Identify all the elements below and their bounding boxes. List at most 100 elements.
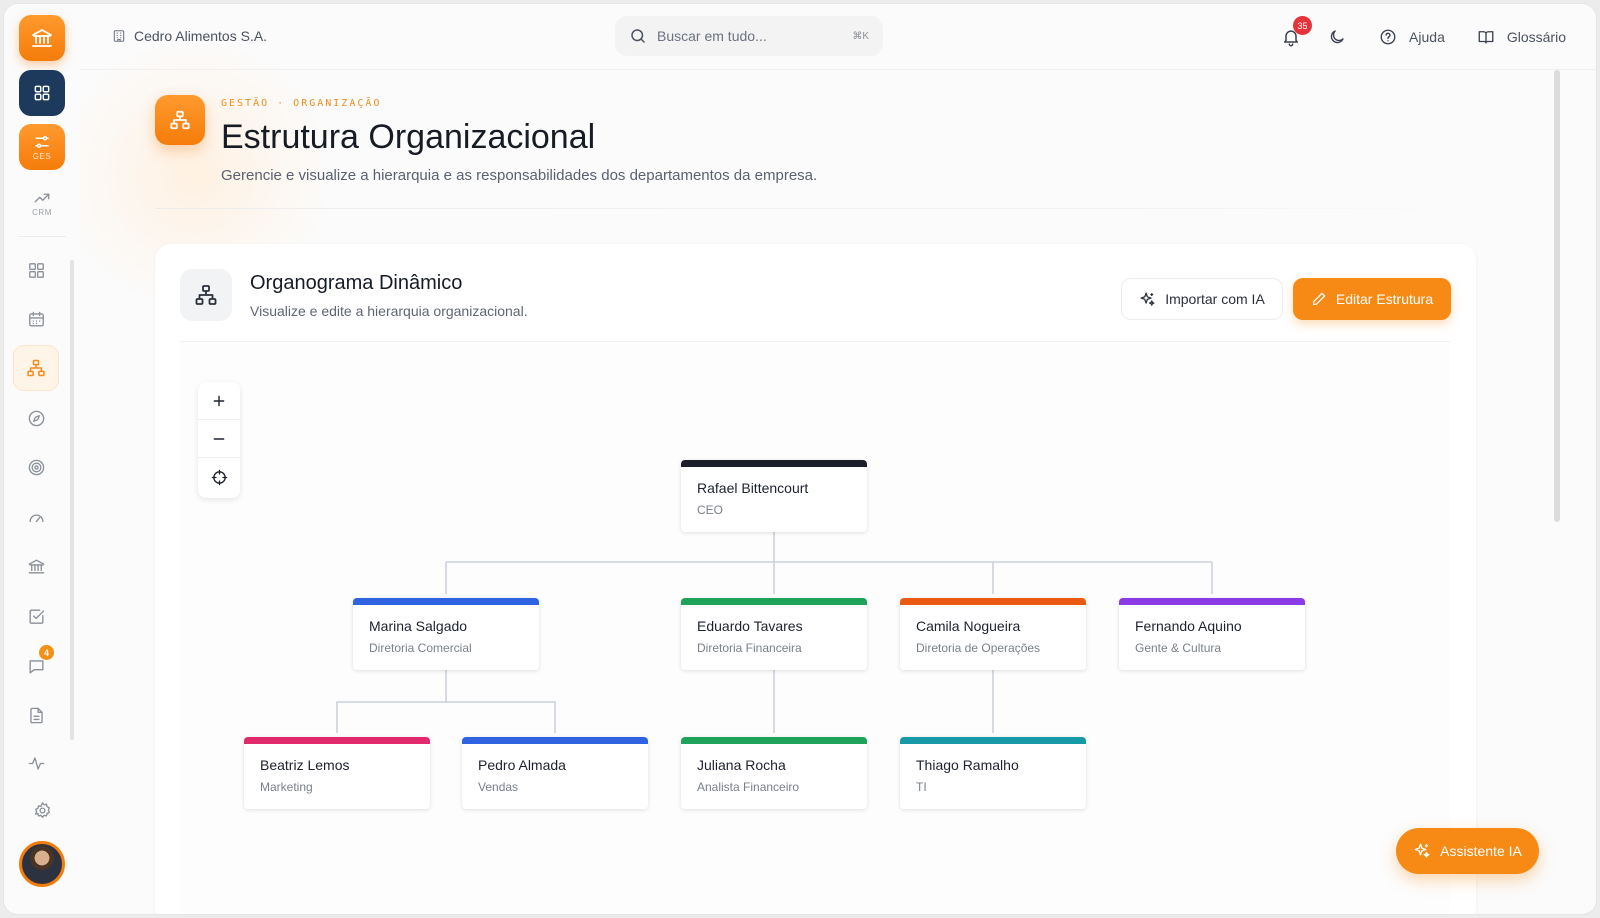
theme-toggle-button[interactable] (1319, 20, 1355, 54)
nav-org-chart[interactable] (14, 346, 58, 390)
node-color-bar (353, 598, 539, 605)
node-color-bar (462, 737, 648, 744)
org-node-level1[interactable]: Fernando Aquino Gente & Cultura (1119, 598, 1305, 670)
help-label: Ajuda (1409, 29, 1445, 45)
user-avatar[interactable] (19, 841, 65, 887)
nav-gauge[interactable] (14, 495, 58, 539)
import-ai-label: Importar com IA (1165, 291, 1265, 307)
sparkles-icon (1140, 291, 1155, 306)
edit-structure-label: Editar Estrutura (1335, 291, 1434, 307)
org-node-level1[interactable]: Marina Salgado Diretoria Comercial (353, 598, 539, 670)
node-name: Eduardo Tavares (697, 618, 803, 634)
module-crm-label: CRM (32, 208, 52, 217)
trending-up-icon (34, 193, 50, 203)
node-name: Beatriz Lemos (260, 757, 350, 773)
card-title: Organograma Dinâmico (250, 272, 463, 294)
nav-chat[interactable]: 4 (14, 644, 58, 688)
module-grid-button[interactable] (19, 70, 65, 116)
node-role: Diretoria Financeira (697, 641, 802, 655)
module-crm-button[interactable]: CRM (19, 180, 65, 226)
page-subtitle: Gerencie e visualize a hierarquia e as r… (221, 167, 818, 184)
company-name: Cedro Alimentos S.A. (134, 28, 268, 44)
connector-marina-down (445, 670, 556, 733)
nav-bank[interactable] (14, 544, 58, 588)
org-node-level1[interactable]: Camila Nogueira Diretoria de Operações (900, 598, 1086, 670)
org-node-level2[interactable]: Beatriz Lemos Marketing (244, 737, 430, 809)
card-subtitle: Visualize e edite a hierarquia organizac… (250, 303, 528, 319)
module-ges-label: GES (32, 152, 52, 161)
node-role: Diretoria Comercial (369, 641, 472, 655)
search-input[interactable] (657, 28, 843, 44)
nav-compass[interactable] (14, 396, 58, 440)
node-color-bar (1119, 598, 1305, 605)
sidebar-divider (18, 236, 66, 237)
node-name: Thiago Ramalho (916, 757, 1019, 773)
target-icon (28, 459, 44, 475)
org-chart-canvas[interactable]: Rafael Bittencourt CEO Marina Salgado Di… (180, 342, 1450, 914)
document-icon (29, 707, 43, 723)
header-divider (155, 208, 1475, 209)
node-name: Rafael Bittencourt (697, 480, 809, 496)
global-search[interactable]: ⌘K (615, 16, 883, 56)
nav-dashboard[interactable] (14, 248, 58, 292)
sidebar: GES CRM 4 (4, 4, 80, 914)
help-icon (1380, 29, 1396, 45)
help-link[interactable]: Ajuda (1379, 28, 1445, 46)
building-icon (113, 30, 125, 42)
search-shortcut: ⌘K (852, 30, 869, 42)
edit-structure-button[interactable]: Editar Estrutura (1293, 278, 1451, 320)
topbar-actions: 35 Ajuda Glossário (1273, 16, 1566, 54)
sparkles-icon (1414, 843, 1430, 858)
nav-activity[interactable] (14, 741, 58, 785)
breadcrumb: GESTÃO · ORGANIZAÇÃO (221, 98, 382, 109)
gear-icon (34, 801, 50, 818)
checkbox-icon (28, 608, 44, 624)
node-color-bar (681, 460, 867, 467)
node-role: Gente & Cultura (1135, 641, 1222, 655)
nav-settings[interactable] (20, 788, 64, 832)
notifications-button[interactable]: 35 (1273, 16, 1313, 54)
node-role: TI (916, 780, 927, 794)
search-icon (631, 29, 645, 43)
node-name: Juliana Rocha (697, 757, 786, 773)
node-name: Camila Nogueira (916, 618, 1021, 634)
calendar-icon (28, 311, 44, 327)
card-org-chart-icon (180, 269, 232, 321)
node-color-bar (900, 737, 1086, 744)
node-role: Vendas (478, 780, 519, 794)
node-role: CEO (697, 503, 724, 517)
company-selector[interactable]: Cedro Alimentos S.A. (112, 28, 267, 44)
glossary-link[interactable]: Glossário (1477, 28, 1566, 46)
import-ai-button[interactable]: Importar com IA (1121, 278, 1283, 320)
node-color-bar (681, 598, 867, 605)
org-chart-card: Organograma Dinâmico Visualize e edite a… (155, 244, 1476, 914)
ai-assistant-label: Assistente IA (1440, 843, 1522, 859)
nav-documents[interactable] (14, 693, 58, 737)
node-role: Diretoria de Operações (916, 641, 1041, 655)
org-node-level2[interactable]: Pedro Almada Vendas (462, 737, 648, 809)
page-org-chart-icon (155, 95, 205, 145)
nav-target[interactable] (14, 445, 58, 489)
activity-icon (28, 756, 44, 770)
org-node-level2[interactable]: Thiago Ramalho TI (900, 737, 1086, 809)
sliders-icon (35, 136, 49, 148)
book-open-icon (1478, 31, 1494, 44)
node-role: Marketing (260, 780, 313, 794)
ai-assistant-button[interactable]: Assistente IA (1396, 828, 1539, 874)
org-node-level2[interactable]: Juliana Rocha Analista Financeiro (681, 737, 867, 809)
chat-badge: 4 (39, 645, 54, 660)
node-role: Analista Financeiro (697, 780, 800, 794)
moon-icon (1330, 30, 1344, 44)
dashboard-icon (28, 262, 44, 278)
app-window: GES CRM 4 Cedro Alimentos S.A. Buscar em… (4, 4, 1596, 914)
node-color-bar (900, 598, 1086, 605)
nav-tasks[interactable] (14, 594, 58, 638)
bank-logo-icon[interactable] (19, 15, 65, 61)
org-node-level1[interactable]: Eduardo Tavares Diretoria Financeira (681, 598, 867, 670)
sidebar-scrollbar[interactable] (70, 260, 74, 740)
org-node-ceo[interactable]: Rafael Bittencourt CEO (681, 460, 867, 532)
node-name: Fernando Aquino (1135, 618, 1242, 634)
nav-calendar[interactable] (14, 297, 58, 341)
page-scrollbar[interactable] (1554, 70, 1560, 522)
module-ges-button[interactable]: GES (19, 124, 65, 170)
